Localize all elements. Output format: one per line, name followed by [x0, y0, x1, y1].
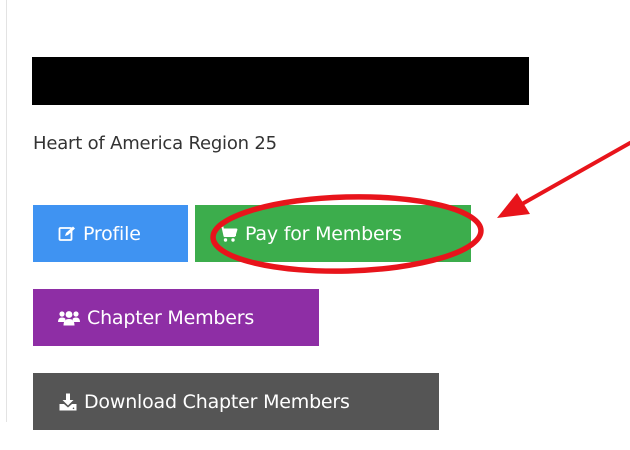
download-icon	[59, 393, 77, 411]
pay-for-members-button[interactable]: Pay for Members	[195, 205, 471, 262]
profile-button[interactable]: Profile	[33, 205, 188, 262]
edit-icon	[58, 225, 76, 243]
profile-button-label: Profile	[83, 222, 141, 245]
redacted-chapter-name	[32, 57, 529, 105]
chapter-members-button[interactable]: Chapter Members	[33, 289, 319, 346]
chapter-page: Heart of America Region 25 Profile Pay f…	[0, 0, 630, 450]
users-icon	[58, 310, 80, 326]
shopping-cart-icon	[219, 225, 238, 243]
content-left-border	[6, 0, 7, 422]
chapter-region: Heart of America Region 25	[33, 133, 277, 154]
pay-for-members-button-label: Pay for Members	[245, 222, 402, 245]
chapter-members-button-label: Chapter Members	[87, 306, 255, 329]
annotation-arrow	[497, 141, 630, 218]
download-chapter-members-button-label: Download Chapter Members	[84, 390, 350, 413]
download-chapter-members-button[interactable]: Download Chapter Members	[33, 373, 439, 430]
